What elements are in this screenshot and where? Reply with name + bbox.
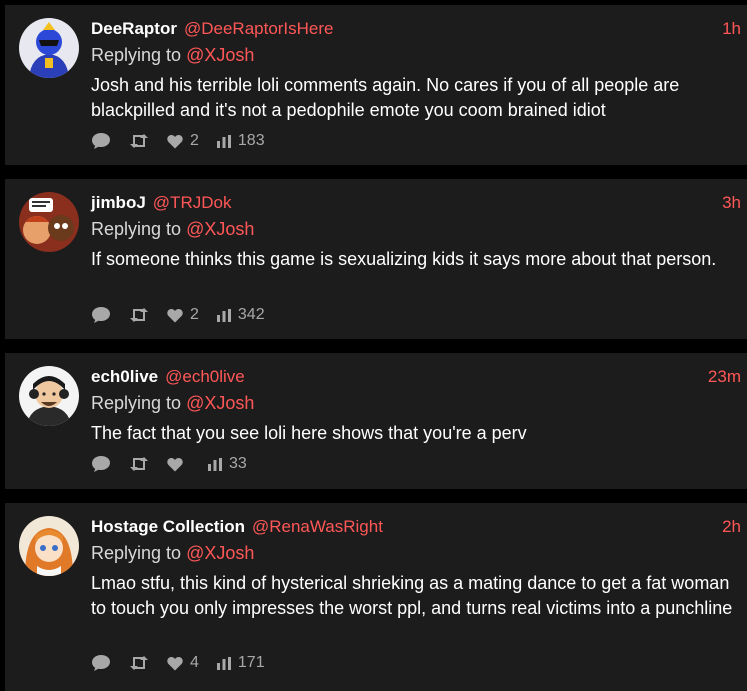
replying-to-handle[interactable]: @XJosh [186,393,254,413]
like-button[interactable] [167,457,190,472]
action-bar: 4 171 [91,654,283,672]
replying-to-handle[interactable]: @XJosh [186,45,254,65]
view-count: 183 [237,132,265,149]
like-icon [167,308,183,322]
tweet-text: The fact that you see loli here shows th… [91,423,527,443]
like-button[interactable]: 2 [167,132,199,150]
like-icon [167,134,183,148]
reply-icon [92,133,110,149]
retweet-button[interactable] [129,307,149,323]
tweet-text: Josh and his terrible loli comments agai… [91,75,680,120]
reply-button[interactable] [91,455,111,473]
author-name[interactable]: DeeRaptor [91,19,177,39]
views-icon [216,308,231,322]
replying-to-label: Replying to [91,219,182,239]
views-button[interactable]: 171 [216,654,265,672]
timestamp[interactable]: 1h [722,19,741,39]
avatar[interactable] [19,366,79,426]
views-icon [216,656,231,670]
reply-button[interactable] [91,306,111,324]
view-count: 171 [237,654,265,671]
action-bar: 2 183 [91,132,283,150]
like-icon [167,656,183,670]
like-icon [167,457,183,471]
retweet-button[interactable] [129,133,149,149]
views-icon [216,134,231,148]
action-bar: 33 [91,455,265,473]
avatar[interactable] [19,18,79,78]
retweet-icon [130,308,148,322]
replying-to: Replying to @XJosh [91,43,741,67]
tweet-card[interactable]: DeeRaptor @DeeRaptorIsHere 1h Replying t… [5,5,747,165]
like-count: 4 [190,654,199,671]
retweet-button[interactable] [129,655,149,671]
like-button[interactable]: 4 [167,654,199,672]
author-handle[interactable]: @RenaWasRight [252,517,383,537]
like-button[interactable]: 2 [167,306,199,324]
reply-button[interactable] [91,132,111,150]
reply-feed: DeeRaptor @DeeRaptorIsHere 1h Replying t… [0,0,747,691]
author-handle[interactable]: @TRJDok [153,193,232,213]
author-handle[interactable]: @DeeRaptorIsHere [184,19,334,39]
views-button[interactable]: 33 [208,455,247,473]
tweet-text: Lmao stfu, this kind of hysterical shrie… [91,573,733,618]
views-icon [208,457,222,471]
timestamp[interactable]: 23m [708,367,741,387]
view-count: 33 [229,455,247,472]
author-name[interactable]: ech0live [91,367,158,387]
views-button[interactable]: 342 [216,306,265,324]
author-name[interactable]: Hostage Collection [91,517,245,537]
author-name[interactable]: jimboJ [91,193,146,213]
like-count: 2 [190,132,199,149]
replying-to: Replying to @XJosh [91,391,741,415]
replying-to-handle[interactable]: @XJosh [186,219,254,239]
timestamp[interactable]: 2h [722,517,741,537]
views-button[interactable]: 183 [216,132,265,150]
timestamp[interactable]: 3h [722,193,741,213]
retweet-icon [130,457,148,471]
replying-to: Replying to @XJosh [91,217,741,241]
replying-to-label: Replying to [91,393,182,413]
retweet-icon [130,134,148,148]
action-bar: 2 342 [91,306,283,324]
replying-to-label: Replying to [91,45,182,65]
replying-to: Replying to @XJosh [91,541,741,565]
replying-to-handle[interactable]: @XJosh [186,543,254,563]
reply-icon [92,456,110,472]
tweet-text: If someone thinks this game is sexualizi… [91,249,717,269]
like-count: 2 [190,306,199,323]
reply-button[interactable] [91,654,111,672]
reply-icon [92,655,110,671]
tweet-card[interactable]: ech0live @ech0live 23m Replying to @XJos… [5,353,747,489]
replying-to-label: Replying to [91,543,182,563]
avatar[interactable] [19,192,79,252]
author-handle[interactable]: @ech0live [165,367,245,387]
tweet-card[interactable]: jimboJ @TRJDok 3h Replying to @XJosh If … [5,179,747,339]
retweet-button[interactable] [129,456,149,472]
tweet-card[interactable]: Hostage Collection @RenaWasRight 2h Repl… [5,503,747,691]
reply-icon [92,307,110,323]
retweet-icon [130,656,148,670]
view-count: 342 [237,306,265,323]
avatar[interactable] [19,516,79,576]
